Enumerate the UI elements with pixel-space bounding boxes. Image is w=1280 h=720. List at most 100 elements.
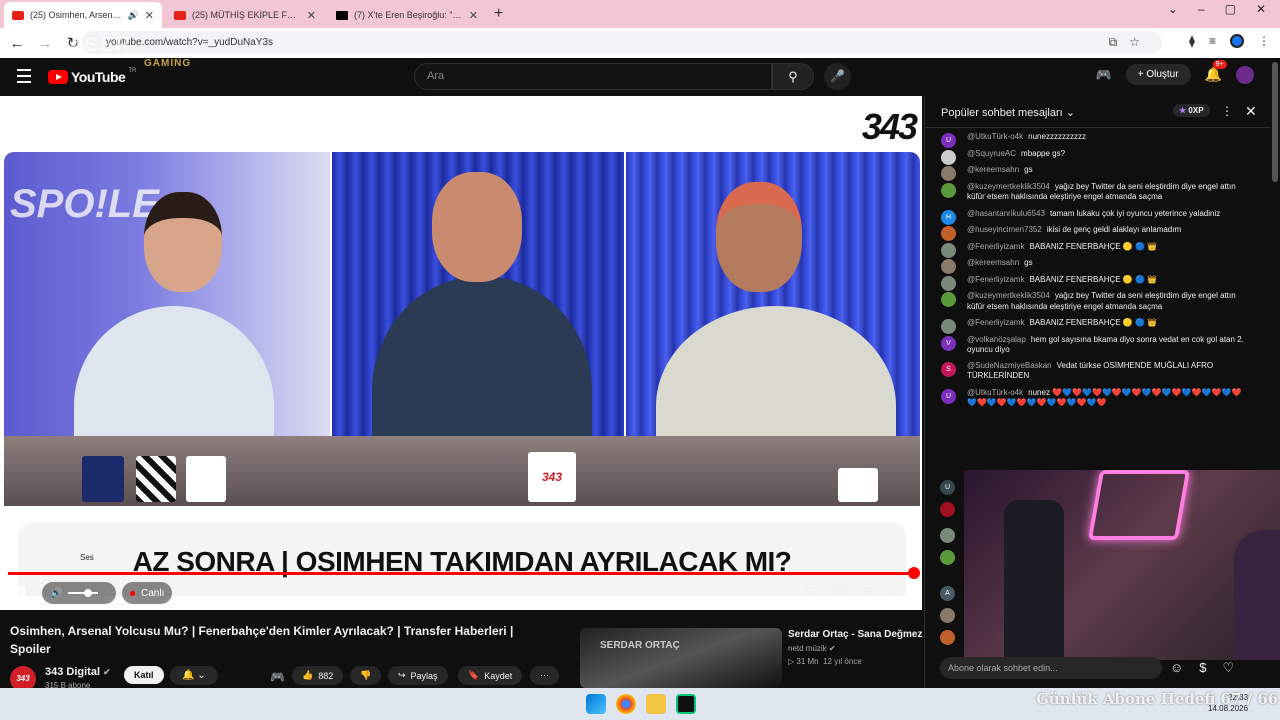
close-tab-icon[interactable]: ✕ (469, 9, 478, 22)
chat-message[interactable]: S @SudeNazmiyeBaskan Vedat türkse OSİMHEND… (941, 361, 1251, 382)
pause-icon[interactable] (15, 586, 27, 598)
browser-tab[interactable]: (7) X'te Eren Beşiroğlu: "YENİ S ✕ (328, 2, 486, 28)
chat-message[interactable]: U @UtkuTürk-o4k nunezzzzzzzzzz (941, 132, 1251, 148)
chat-author[interactable]: @UtkuTürk-o4k (967, 388, 1023, 397)
url-field[interactable]: youtube.com/watch?v=_yudDuNaY3s (82, 31, 1162, 54)
chat-avatar[interactable]: U (941, 133, 956, 148)
chat-avatar[interactable] (941, 292, 956, 307)
chat-avatar[interactable] (941, 226, 956, 241)
chat-message[interactable]: @kereemsahn gs (941, 258, 1251, 274)
hamburger-menu-icon[interactable] (17, 69, 31, 87)
emoji-icon[interactable]: ☺ (1170, 660, 1183, 676)
chat-author[interactable]: @SudeNazmiyeBaskan (967, 361, 1052, 370)
super-chat-icon[interactable]: $ (1199, 660, 1206, 676)
theater-mode-icon[interactable]: ▭ (863, 582, 874, 597)
recommended-channel[interactable]: netd müzik ✔ (788, 644, 836, 653)
chat-avatar[interactable]: U (941, 388, 956, 404)
chat-avatar[interactable] (941, 182, 956, 198)
chat-author[interactable]: @kereemsahn (967, 258, 1019, 267)
fullscreen-icon[interactable]: ⤢ (892, 582, 902, 597)
chat-author[interactable]: @kuzeymertkeklik3504 (967, 182, 1050, 191)
volume-control[interactable]: 🔊 (42, 582, 116, 604)
xp-badge[interactable]: ★ 0XP (1173, 104, 1210, 117)
chat-author[interactable]: @UtkuTürk-o4k (967, 132, 1023, 141)
chat-menu-icon[interactable]: ⋮ (1221, 104, 1233, 118)
recommended-title[interactable]: Serdar Ortaç - Sana Değmez (788, 629, 923, 640)
close-chat-icon[interactable]: ✕ (1245, 103, 1257, 120)
settings-gear-icon[interactable]: ⚙ (834, 582, 845, 597)
close-tab-icon[interactable]: ✕ (145, 9, 154, 22)
chat-author[interactable]: @Fenerliyizamk (967, 318, 1024, 327)
share-button[interactable]: ↪ Paylaş (388, 666, 448, 685)
channel-name[interactable]: 343 Digital ✔ (45, 666, 111, 678)
like-button[interactable]: 👍 882 (292, 666, 344, 685)
windows-start-icon[interactable] (586, 694, 606, 714)
browser-tab[interactable]: (25) Osimhen, Arsenal Yolcu 🔊 ✕ (4, 2, 162, 28)
browser-tab[interactable]: (25) MÜTHİŞ EKİPLE FM DRAFT ✕ (166, 2, 324, 28)
chat-author[interactable]: @kuzeymertkeklik3504 (967, 291, 1050, 300)
voice-search-button[interactable]: 🎤 (824, 63, 851, 90)
minimize-button[interactable]: – (1198, 2, 1205, 16)
new-tab-button[interactable]: + (494, 5, 503, 23)
chat-message[interactable]: U @UtkuTürk-o4k nunez ❤️💙❤️💙❤️💙❤️💙❤️💙❤️💙❤️… (941, 388, 1251, 409)
profile-avatar[interactable] (1230, 34, 1244, 48)
chat-avatar[interactable]: V (941, 335, 956, 351)
extensions-icon[interactable]: ⧫ (1189, 34, 1195, 48)
page-scrollbar[interactable] (1272, 62, 1278, 182)
chat-author[interactable]: @hasantanrikulu6543 (967, 209, 1045, 218)
chat-avatar[interactable] (941, 166, 956, 181)
progress-bar[interactable] (8, 572, 914, 575)
tab-search-icon[interactable]: ⌄ (1168, 2, 1178, 16)
more-actions-button[interactable]: ⋯ (530, 666, 559, 685)
speaker-icon[interactable]: 🔊 (128, 10, 139, 21)
save-button[interactable]: 🔖 Kaydet (458, 666, 523, 685)
chrome-icon[interactable] (616, 694, 636, 714)
media-control-icon[interactable]: ≡ (1209, 34, 1216, 48)
chat-message[interactable]: H @hasantanrikulu6543 tamam lukaku çok iyi… (941, 209, 1251, 225)
chat-author[interactable]: @SquyrueAC (967, 149, 1016, 158)
back-icon[interactable]: ← (6, 35, 28, 52)
chat-avatar[interactable] (941, 242, 956, 258)
account-avatar[interactable] (1236, 65, 1254, 84)
close-window-button[interactable]: ✕ (1256, 2, 1266, 16)
chat-author[interactable]: @volkanözşalap (967, 335, 1026, 344)
join-button[interactable]: Katıl (124, 666, 164, 684)
chat-avatar[interactable] (941, 259, 956, 274)
subtitles-icon[interactable]: ▭ (805, 582, 816, 597)
file-explorer-icon[interactable] (646, 694, 666, 714)
volume-icon[interactable]: 🔊 (50, 588, 62, 599)
cast-icon[interactable]: ⧉ (1109, 35, 1118, 50)
chat-input[interactable]: Abone olarak sohbet edin... (940, 657, 1162, 679)
chat-author[interactable]: @Fenerliyizamk (967, 242, 1024, 251)
chat-message[interactable]: @kereemsahn gs (941, 165, 1251, 181)
chat-author[interactable]: @Fenerliyizamk (967, 275, 1024, 284)
chat-message[interactable]: V @volkanözşalap hem gol sayısına bkama di… (941, 335, 1251, 356)
subscription-bell-button[interactable]: 🔔 ⌄ (170, 666, 218, 685)
youtube-logo[interactable]: YouTube TR (48, 68, 136, 85)
recommended-thumbnail[interactable]: SERDAR ORTAÇ (580, 628, 782, 688)
chat-message[interactable]: @Fenerliyizamk BABANIZ FENERBAHÇE 🟡 🔵 👑 (941, 318, 1251, 334)
volume-slider[interactable] (68, 589, 99, 597)
gaming-controller-icon[interactable]: 🎮 (1096, 67, 1112, 83)
app-icon[interactable] (676, 694, 696, 714)
dislike-button[interactable]: 👎 (350, 666, 382, 685)
chat-author[interactable]: @kereemsahn (967, 165, 1019, 174)
search-input[interactable]: Ara (414, 63, 772, 90)
heart-icon[interactable]: ♡ (1223, 660, 1235, 676)
chat-avatar[interactable]: S (941, 361, 956, 377)
menu-dots-icon[interactable]: ⋮ (1258, 34, 1270, 48)
progress-scrubber[interactable] (908, 567, 920, 579)
maximize-button[interactable]: ▢ (1225, 2, 1236, 16)
chat-message[interactable]: @kuzeymertkeklik3504 yağız bey Twitter da… (941, 182, 1251, 203)
chat-message[interactable]: @Fenerliyizamk BABANIZ FENERBAHÇE 🟡 🔵 👑 (941, 242, 1251, 258)
chat-author[interactable]: @huseyincimen7352 (967, 225, 1042, 234)
create-button[interactable]: + Oluştur (1125, 64, 1191, 85)
video-player[interactable]: 343 SPO!LE 343 AZ SONRA | OSIMHEN TAKIMD… (0, 96, 922, 610)
bookmark-star-icon[interactable]: ☆ (1129, 35, 1140, 50)
chat-mode-dropdown[interactable]: Popüler sohbet mesajları ⌄ (941, 106, 1075, 119)
chat-message[interactable]: @kuzeymertkeklik3504 yağız bey Twitter da… (941, 291, 1251, 312)
chat-avatar[interactable]: H (941, 209, 956, 225)
chat-message[interactable]: @SquyrueAC mbappe gs? (941, 149, 1251, 165)
chat-avatar[interactable] (941, 275, 956, 291)
chat-message[interactable]: @huseyincimen7352 ikisi de genç geldi ala… (941, 225, 1251, 241)
